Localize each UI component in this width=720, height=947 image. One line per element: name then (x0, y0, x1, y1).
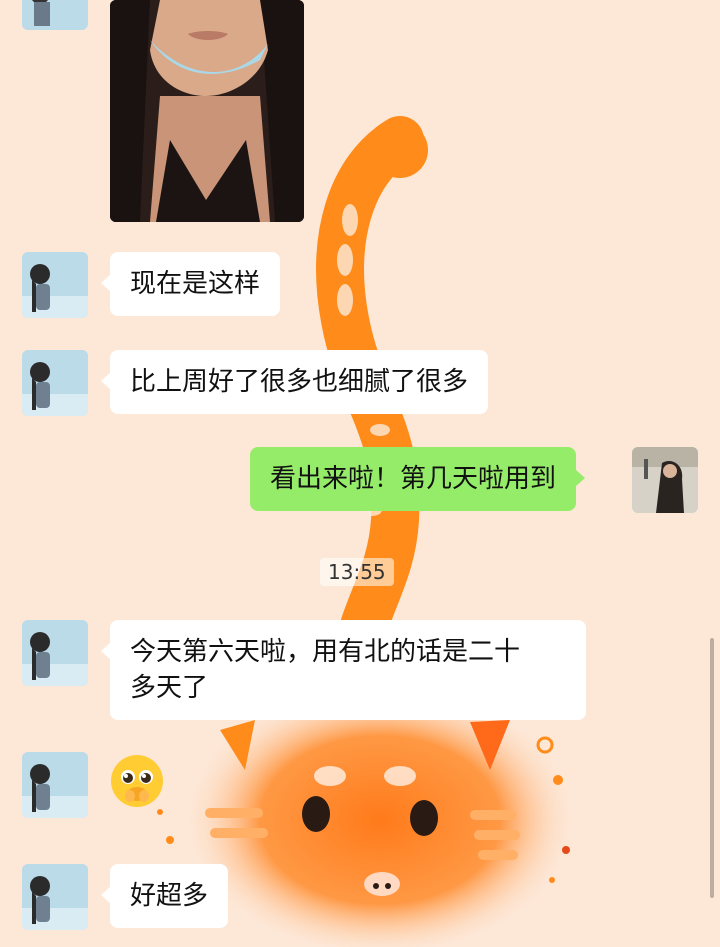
message-bubble[interactable]: 好超多 (100, 864, 229, 928)
contact-avatar[interactable] (22, 350, 88, 416)
contact-avatar[interactable] (22, 864, 88, 930)
scrollbar[interactable] (710, 638, 714, 898)
message-timestamp: 13:55 (320, 558, 394, 586)
message-bubble-outgoing[interactable]: 看出来啦！第几天啦用到 (250, 447, 586, 511)
message-text-line: 多天了 (130, 673, 209, 703)
selfie-photo[interactable] (110, 0, 304, 222)
contact-avatar[interactable] (22, 752, 88, 818)
contact-avatar[interactable] (22, 0, 88, 30)
contact-avatar[interactable] (22, 252, 88, 318)
message-text-line: 今天第六天啦，用有北的话是二十 (130, 637, 521, 667)
user-avatar[interactable] (632, 447, 698, 513)
pleading-face-emoji[interactable] (108, 752, 166, 810)
message-bubble[interactable]: 现在是这样 (100, 252, 281, 316)
message-bubble[interactable]: 今天第六天啦，用有北的话是二十 多天了 (101, 620, 586, 720)
message-bubble[interactable]: 比上周好了很多也细腻了很多 (100, 350, 489, 414)
contact-avatar[interactable] (22, 620, 88, 686)
